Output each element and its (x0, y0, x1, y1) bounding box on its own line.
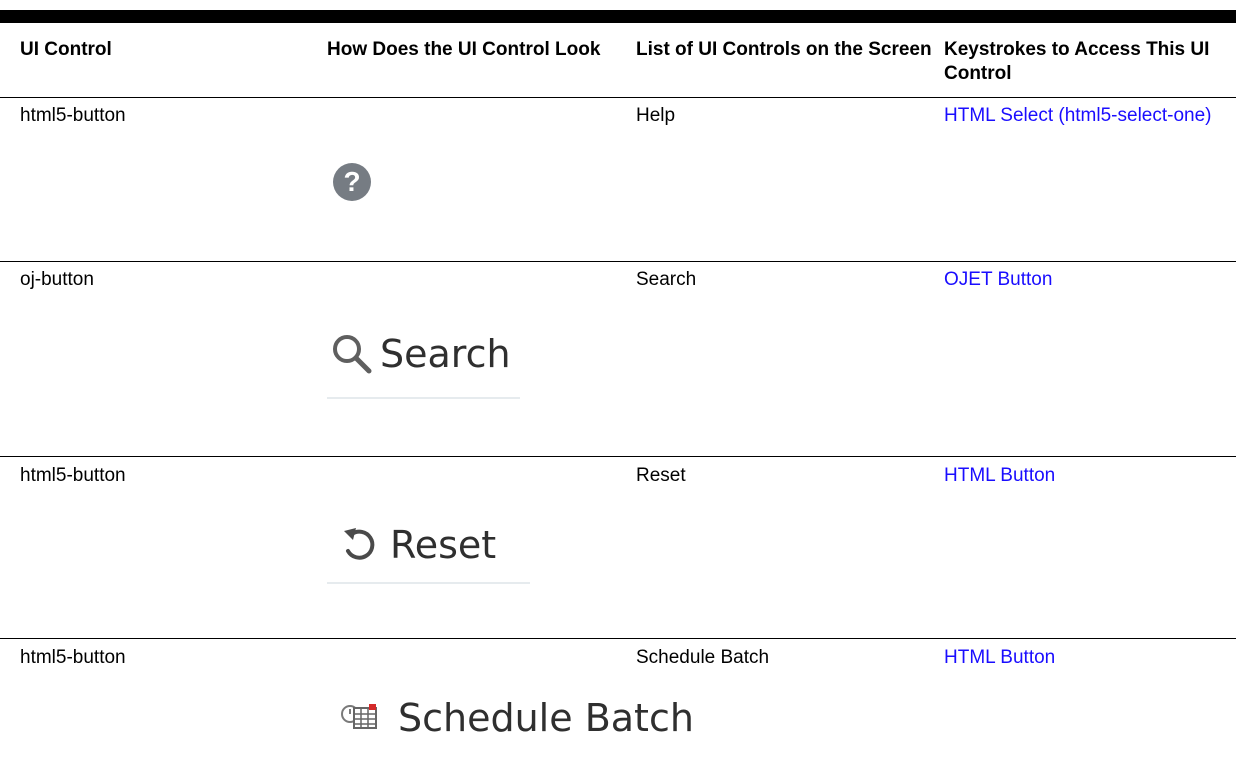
schedule-batch-label: Schedule Batch (398, 696, 694, 740)
keystrokes-link[interactable]: HTML Button (944, 646, 1234, 670)
row-divider (0, 638, 1236, 639)
row-divider (0, 261, 1236, 262)
reset-label: Reset (390, 523, 497, 567)
row-divider (0, 456, 1236, 457)
control-type: html5-button (20, 647, 126, 668)
reset-button-sample: Reset (340, 523, 496, 567)
control-type: html5-button (20, 465, 126, 486)
header-divider (0, 97, 1236, 98)
header-screen-controls: List of UI Controls on the Screen (636, 39, 932, 60)
header-look: How Does the UI Control Look (327, 39, 601, 60)
header-ui-control: UI Control (20, 39, 112, 60)
control-type: oj-button (20, 269, 94, 290)
reset-icon (344, 528, 375, 560)
screen-control-name: Schedule Batch (636, 647, 770, 668)
keystrokes-link[interactable]: OJET Button (944, 268, 1234, 292)
help-icon: ? (333, 163, 371, 201)
button-underline (327, 582, 530, 584)
header-keystrokes: Keystrokes to Access This UI Control (944, 39, 1210, 84)
schedule-batch-button-sample: Schedule Batch (340, 696, 694, 740)
search-icon (333, 335, 372, 374)
screen-control-name: Reset (636, 465, 686, 486)
control-type: html5-button (20, 105, 126, 126)
schedule-batch-icon (341, 704, 377, 729)
keystrokes-link[interactable]: HTML Select (html5-select-one) (944, 104, 1234, 128)
keystrokes-link[interactable]: HTML Button (944, 464, 1234, 488)
button-underline (327, 397, 520, 399)
screen-control-name: Help (636, 105, 676, 126)
search-label: Search (380, 332, 511, 376)
screen-control-name: Search (636, 269, 697, 290)
search-button-sample: Search (330, 332, 511, 376)
table-top-border (0, 10, 1236, 23)
